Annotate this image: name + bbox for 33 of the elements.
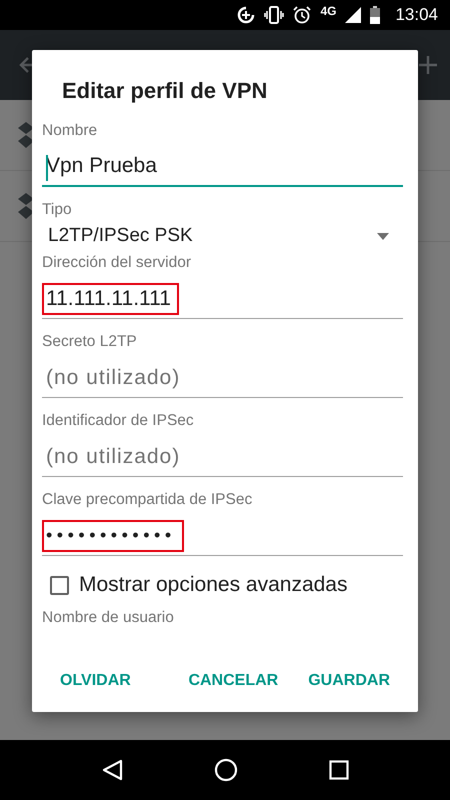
field-label: Clave precompartida de IPSec	[42, 490, 254, 510]
field-label: Tipo	[42, 200, 73, 220]
advanced-options-checkbox[interactable]: Mostrar opciones avanzadas	[50, 569, 348, 601]
back-icon[interactable]	[100, 759, 123, 781]
home-icon[interactable]	[214, 758, 238, 782]
vibrate-icon	[264, 6, 284, 24]
field-label: Dirección del servidor	[42, 253, 192, 273]
input-field[interactable]: 11.111.11.111	[42, 279, 403, 319]
field-label: Nombre de usuario	[42, 608, 175, 628]
field-label: Nombre	[42, 121, 98, 141]
dialog-title: Editar perfil de VPN	[61, 77, 268, 105]
type-dropdown[interactable]: L2TP/IPSec PSK	[42, 224, 403, 248]
add-icon	[418, 55, 438, 75]
alarm-icon	[293, 6, 312, 24]
dropdown-arrow-icon	[377, 232, 389, 240]
input-field[interactable]: (no utilizado)	[42, 437, 403, 477]
dialog-button[interactable]: GUARDAR	[300, 662, 398, 698]
input-field[interactable]: Vpn Prueba	[42, 147, 403, 187]
battery-icon	[370, 6, 380, 24]
dialog-button[interactable]: OLVIDAR	[52, 662, 139, 698]
input-field[interactable]: ••••••••••••	[42, 516, 403, 556]
network-type: 4G	[320, 4, 336, 18]
recents-icon[interactable]	[329, 760, 350, 780]
text-cursor	[46, 155, 48, 181]
clock: 13:04	[395, 5, 438, 25]
vpn-key-icon	[18, 193, 34, 219]
vpn-key-icon	[18, 122, 34, 148]
input-field[interactable]: (no utilizado)	[42, 358, 403, 398]
field-label: Secreto L2TP	[42, 332, 138, 352]
dialog-button[interactable]: CANCELAR	[180, 662, 286, 698]
field-label: Identificador de IPSec	[42, 411, 195, 431]
data-saver-icon	[237, 6, 256, 24]
signal-icon	[345, 7, 362, 23]
